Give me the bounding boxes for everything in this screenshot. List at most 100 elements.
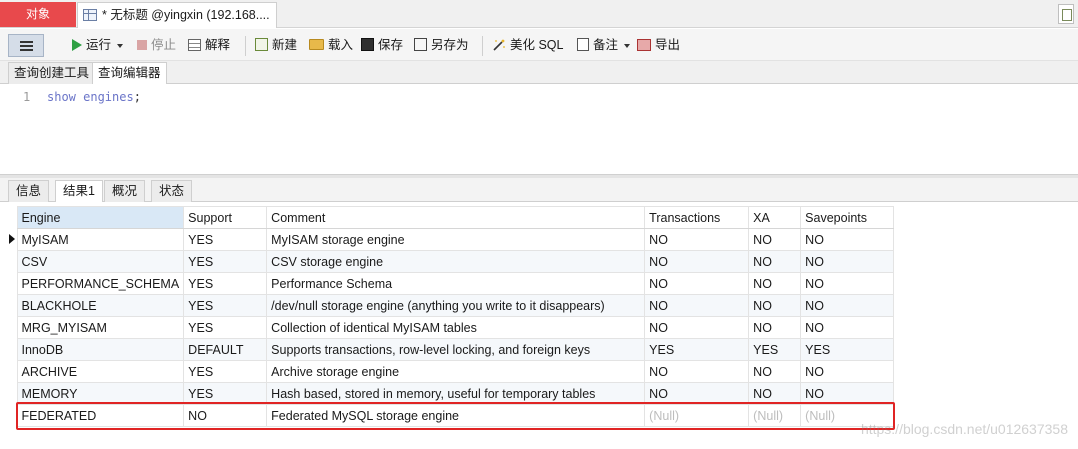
sql-code-line[interactable]: show engines;	[47, 90, 141, 104]
column-header-savepoints[interactable]: Savepoints	[800, 206, 895, 229]
cell-xa[interactable]: NO	[748, 360, 802, 383]
load-button[interactable]: 载入	[309, 35, 353, 55]
cell-engine[interactable]: InnoDB	[16, 338, 185, 361]
cell-savepoints[interactable]: NO	[800, 228, 895, 251]
cell-support[interactable]: YES	[183, 272, 268, 295]
column-header-transactions[interactable]: Transactions	[644, 206, 750, 229]
cell-xa[interactable]: YES	[748, 338, 802, 361]
cell-savepoints[interactable]: NO	[800, 250, 895, 273]
cell-support[interactable]: YES	[183, 316, 268, 339]
row-header	[7, 360, 17, 383]
new-button[interactable]: 新建	[255, 35, 297, 55]
table-row[interactable]: ARCHIVE YES Archive storage engine NO NO…	[7, 360, 895, 383]
table-row[interactable]: FEDERATED NO Federated MySQL storage eng…	[7, 404, 895, 427]
cell-support[interactable]: YES	[183, 250, 268, 273]
cell-savepoints[interactable]: NO	[800, 316, 895, 339]
stop-button[interactable]: 停止	[137, 35, 176, 55]
note-dropdown-caret-icon[interactable]	[624, 43, 631, 48]
cell-support[interactable]: DEFAULT	[183, 338, 268, 361]
cell-transactions[interactable]: YES	[644, 338, 750, 361]
table-row[interactable]: PERFORMANCE_SCHEMA YES Performance Schem…	[7, 272, 895, 295]
cell-comment[interactable]: Performance Schema	[266, 272, 646, 295]
tab-status[interactable]: 状态	[151, 180, 193, 202]
cell-xa[interactable]: NO	[748, 250, 802, 273]
tab-info[interactable]: 信息	[8, 180, 50, 202]
cell-comment[interactable]: Collection of identical MyISAM tables	[266, 316, 646, 339]
sql-editor[interactable]: 1 show engines;	[0, 84, 1078, 174]
cell-engine[interactable]: PERFORMANCE_SCHEMA	[16, 272, 185, 295]
cell-transactions[interactable]: NO	[644, 382, 750, 405]
cell-transactions[interactable]: NO	[644, 316, 750, 339]
cell-engine[interactable]: BLACKHOLE	[16, 294, 185, 317]
cell-support[interactable]: YES	[183, 360, 268, 383]
column-header-engine[interactable]: Engine	[16, 206, 185, 229]
column-header-support[interactable]: Support	[183, 206, 268, 229]
cell-xa[interactable]: NO	[748, 228, 802, 251]
column-header-xa[interactable]: XA	[748, 206, 802, 229]
table-row[interactable]: CSV YES CSV storage engine NO NO NO	[7, 250, 895, 273]
cell-engine[interactable]: CSV	[16, 250, 185, 273]
cell-engine[interactable]: MyISAM	[16, 228, 185, 251]
run-dropdown-caret-icon[interactable]	[117, 43, 124, 48]
window-options-icon[interactable]	[1058, 4, 1074, 24]
column-header-comment[interactable]: Comment	[266, 206, 646, 229]
cell-comment[interactable]: Archive storage engine	[266, 360, 646, 383]
cell-support[interactable]: YES	[183, 382, 268, 405]
tab-result1[interactable]: 结果1	[55, 180, 103, 203]
cell-comment[interactable]: /dev/null storage engine (anything you w…	[266, 294, 646, 317]
cell-transactions-null[interactable]: (Null)	[644, 404, 750, 427]
cell-savepoints[interactable]: NO	[800, 272, 895, 295]
cell-xa[interactable]: NO	[748, 316, 802, 339]
cell-engine[interactable]: MEMORY	[16, 382, 185, 405]
watermark: https://blog.csdn.net/u012637358	[860, 421, 1068, 437]
note-button[interactable]: 备注	[577, 35, 631, 55]
cell-comment[interactable]: Federated MySQL storage engine	[266, 404, 646, 427]
cell-support[interactable]: NO	[183, 404, 268, 427]
stop-icon	[137, 39, 147, 50]
cell-comment[interactable]: CSV storage engine	[266, 250, 646, 273]
cell-transactions[interactable]: NO	[644, 228, 750, 251]
cell-engine[interactable]: MRG_MYISAM	[16, 316, 185, 339]
cell-comment[interactable]: MyISAM storage engine	[266, 228, 646, 251]
table-row[interactable]: InnoDB DEFAULT Supports transactions, ro…	[7, 338, 895, 361]
tab-query-builder[interactable]: 查询创建工具	[8, 62, 96, 84]
current-row-indicator	[7, 228, 17, 251]
tab-query-editor[interactable]: 查询编辑器	[92, 62, 167, 85]
cell-savepoints[interactable]: NO	[800, 360, 895, 383]
tab-objects[interactable]: 对象	[0, 2, 76, 27]
cell-transactions[interactable]: NO	[644, 294, 750, 317]
export-button[interactable]: 导出	[637, 35, 680, 55]
table-row[interactable]: MyISAM YES MyISAM storage engine NO NO N…	[7, 228, 895, 251]
tab-profile[interactable]: 概况	[104, 180, 146, 202]
cell-savepoints[interactable]: NO	[800, 382, 895, 405]
cell-comment[interactable]: Supports transactions, row-level locking…	[266, 338, 646, 361]
cell-transactions[interactable]: NO	[644, 250, 750, 273]
cell-engine[interactable]: ARCHIVE	[16, 360, 185, 383]
table-row[interactable]: MEMORY YES Hash based, stored in memory,…	[7, 382, 895, 405]
table-row[interactable]: BLACKHOLE YES /dev/null storage engine (…	[7, 294, 895, 317]
cell-support[interactable]: YES	[183, 228, 268, 251]
table-row[interactable]: MRG_MYISAM YES Collection of identical M…	[7, 316, 895, 339]
tab-query-untitled[interactable]: * 无标题 @yingxin (192.168....	[77, 2, 277, 28]
cell-comment[interactable]: Hash based, stored in memory, useful for…	[266, 382, 646, 405]
load-label: 载入	[328, 38, 354, 52]
play-icon	[72, 38, 82, 51]
cell-support[interactable]: YES	[183, 294, 268, 317]
save-as-button[interactable]: 另存为	[414, 35, 469, 55]
cell-engine[interactable]: FEDERATED	[16, 404, 185, 427]
cell-transactions[interactable]: NO	[644, 360, 750, 383]
explain-button[interactable]: 解释	[188, 35, 230, 55]
query-table-icon	[83, 9, 97, 21]
cell-savepoints[interactable]: YES	[800, 338, 895, 361]
cell-transactions[interactable]: NO	[644, 272, 750, 295]
cell-xa[interactable]: NO	[748, 294, 802, 317]
cell-xa[interactable]: NO	[748, 272, 802, 295]
hamburger-menu-button[interactable]	[8, 34, 44, 57]
beautify-sql-button[interactable]: 美化 SQL	[492, 35, 564, 55]
cell-xa[interactable]: NO	[748, 382, 802, 405]
cell-savepoints[interactable]: NO	[800, 294, 895, 317]
run-button[interactable]: 运行	[72, 35, 124, 55]
export-icon	[637, 38, 651, 51]
save-button[interactable]: 保存	[361, 35, 403, 55]
cell-xa-null[interactable]: (Null)	[748, 404, 802, 427]
